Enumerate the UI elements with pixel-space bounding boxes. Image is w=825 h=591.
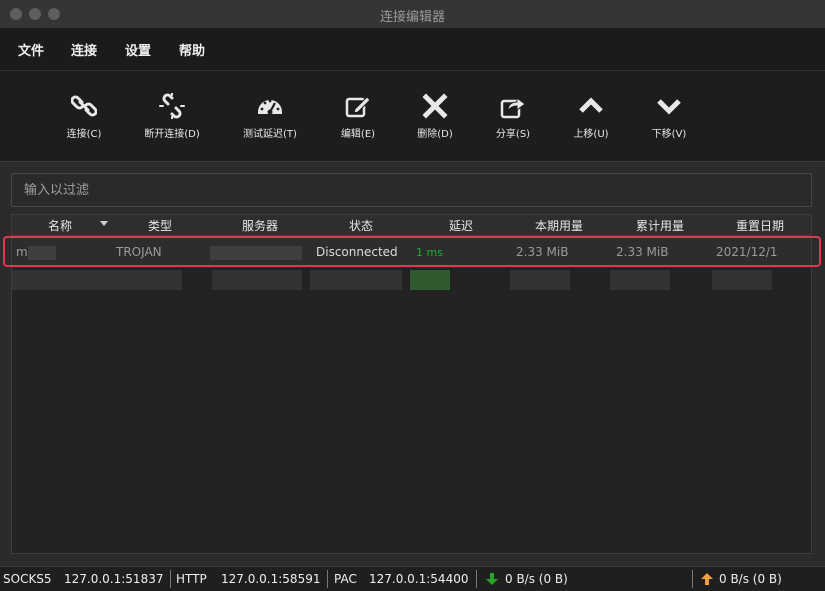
download-arrow-icon: [486, 573, 498, 585]
sort-descending-icon: [100, 221, 108, 226]
download-rate: 0 B/s (0 B): [505, 572, 568, 586]
divider: [692, 570, 693, 588]
status-bar: SOCKS5 127.0.0.1:51837 HTTP 127.0.0.1:58…: [0, 566, 825, 591]
redacted-row: [712, 270, 772, 290]
filter-input[interactable]: [11, 173, 812, 207]
table-header: 名称 类型 服务器 状态 延迟 本期用量 累计用量 重置日期: [12, 215, 811, 236]
column-header-latency[interactable]: 延迟: [449, 217, 473, 234]
disconnect-button[interactable]: 断开连接(D): [134, 93, 210, 140]
upload-arrow-icon: [701, 573, 713, 585]
main-content: 名称 类型 服务器 状态 延迟 本期用量 累计用量 重置日期 m TROJAN …: [0, 162, 825, 566]
link-icon: [71, 95, 97, 117]
x-icon: [422, 93, 448, 119]
column-header-total-usage[interactable]: 累计用量: [636, 217, 684, 234]
broken-link-icon: [159, 93, 185, 119]
redacted-row: [510, 270, 570, 290]
share-button[interactable]: 分享(S): [475, 93, 551, 140]
column-header-type[interactable]: 类型: [148, 217, 172, 234]
redacted-row: [310, 270, 402, 290]
highlight-box: [3, 236, 821, 267]
edit-icon: [345, 96, 371, 118]
column-header-reset-date[interactable]: 重置日期: [736, 217, 784, 234]
move-down-button[interactable]: 下移(V): [631, 93, 707, 140]
share-icon: [500, 97, 526, 119]
http-address: 127.0.0.1:58591: [221, 572, 321, 586]
chevron-up-icon: [579, 97, 603, 113]
pac-label: PAC: [334, 572, 357, 586]
divider: [476, 570, 477, 588]
toolbar: 连接(C) 断开连接(D) 测试延迟(T) 编辑(E) 删除(D) 分享(S) …: [0, 71, 825, 162]
column-header-server[interactable]: 服务器: [242, 217, 278, 234]
redacted-row: [12, 270, 182, 290]
column-header-period-usage[interactable]: 本期用量: [535, 217, 583, 234]
redacted-row: [610, 270, 670, 290]
menu-file[interactable]: 文件: [18, 40, 44, 59]
socks-address: 127.0.0.1:51837: [64, 572, 164, 586]
pac-address: 127.0.0.1:54400: [369, 572, 469, 586]
menu-settings[interactable]: 设置: [125, 40, 151, 59]
divider: [170, 570, 171, 588]
edit-button[interactable]: 编辑(E): [320, 93, 396, 140]
menu-bar: 文件 连接 设置 帮助: [0, 29, 825, 71]
delete-button[interactable]: 删除(D): [397, 93, 473, 140]
socks-label: SOCKS5: [3, 572, 52, 586]
redacted-row: [212, 270, 302, 290]
connect-button[interactable]: 连接(C): [46, 93, 122, 140]
chevron-down-icon: [657, 99, 681, 115]
move-up-button[interactable]: 上移(U): [553, 93, 629, 140]
test-latency-button[interactable]: 测试延迟(T): [232, 93, 308, 140]
window-title: 连接编辑器: [379, 10, 445, 25]
upload-rate: 0 B/s (0 B): [719, 572, 782, 586]
redacted-row: [410, 270, 450, 290]
title-bar: 连接编辑器: [0, 0, 825, 29]
column-header-status[interactable]: 状态: [349, 217, 373, 234]
http-label: HTTP: [176, 572, 207, 586]
divider: [327, 570, 328, 588]
column-header-name[interactable]: 名称: [48, 217, 72, 234]
speedometer-icon: [258, 99, 282, 115]
menu-connect[interactable]: 连接: [71, 40, 97, 59]
menu-help[interactable]: 帮助: [179, 40, 205, 59]
